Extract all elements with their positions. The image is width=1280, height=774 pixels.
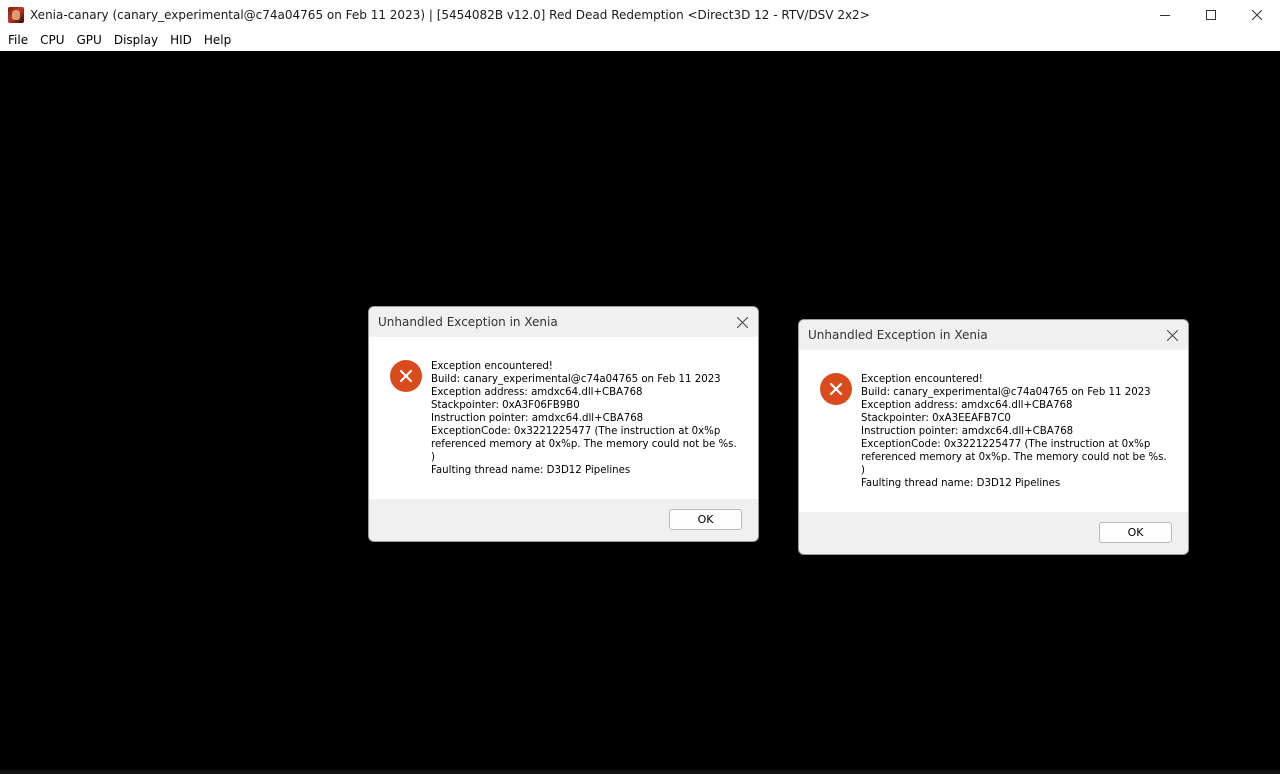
close-icon — [1166, 329, 1178, 341]
dialog-footer: OK — [799, 512, 1188, 554]
dialog-body: Exception encountered! Build: canary_expe… — [369, 337, 758, 499]
ok-button[interactable]: OK — [669, 509, 742, 530]
message-line: referenced memory at 0x%p. The memory co… — [431, 439, 737, 450]
minimize-button[interactable] — [1142, 0, 1188, 30]
error-icon — [390, 360, 422, 392]
dialog-close-button[interactable] — [734, 314, 750, 330]
dialog-title: Unhandled Exception in Xenia — [378, 315, 558, 329]
message-line: Stackpointer: 0xA3EEAFB7C0 — [861, 413, 1011, 424]
message-line: Build: canary_experimental@c74a04765 on … — [431, 374, 721, 385]
menu-bar: File CPU GPU Display HID Help — [0, 30, 1280, 51]
menu-display[interactable]: Display — [108, 30, 164, 51]
message-line: Faulting thread name: D3D12 Pipelines — [431, 465, 631, 476]
window-title: Xenia-canary (canary_experimental@c74a04… — [30, 8, 870, 22]
maximize-button[interactable] — [1188, 0, 1234, 30]
dialog-titlebar[interactable]: Unhandled Exception in Xenia — [369, 307, 758, 337]
message-line: ) — [861, 465, 865, 476]
dialog-title: Unhandled Exception in Xenia — [808, 328, 988, 342]
message-line: ) — [431, 452, 435, 463]
message-line: ExceptionCode: 0x3221225477 (The instruc… — [861, 439, 1151, 450]
error-icon — [820, 373, 852, 405]
ok-button[interactable]: OK — [1099, 522, 1172, 543]
dialog-footer: OK — [369, 499, 758, 541]
message-line: Instruction pointer: amdxc64.dll+CBA768 — [861, 426, 1074, 437]
close-window-button[interactable] — [1234, 0, 1280, 30]
app-icon — [8, 7, 24, 23]
dialog-titlebar[interactable]: Unhandled Exception in Xenia — [799, 320, 1188, 350]
message-line: ExceptionCode: 0x3221225477 (The instruc… — [431, 426, 721, 437]
message-line: referenced memory at 0x%p. The memory co… — [861, 452, 1167, 463]
maximize-icon — [1206, 10, 1216, 20]
message-line: Exception address: amdxc64.dll+CBA768 — [861, 400, 1073, 411]
close-icon — [736, 316, 748, 328]
message-line: Stackpointer: 0xA3F06FB9B0 — [431, 400, 580, 411]
message-line: Build: canary_experimental@c74a04765 on … — [861, 387, 1151, 398]
menu-gpu[interactable]: GPU — [71, 30, 108, 51]
dialog-close-button[interactable] — [1164, 327, 1180, 343]
minimize-icon — [1160, 15, 1170, 16]
menu-hid[interactable]: HID — [164, 30, 198, 51]
message-line: Exception encountered! — [431, 361, 553, 372]
dialog-body: Exception encountered! Build: canary_expe… — [799, 350, 1188, 512]
close-icon — [1252, 10, 1262, 20]
window-bottom-edge — [0, 770, 1280, 774]
message-line: Exception encountered! — [861, 374, 983, 385]
menu-help[interactable]: Help — [198, 30, 237, 51]
menu-cpu[interactable]: CPU — [34, 30, 70, 51]
menu-file[interactable]: File — [2, 30, 34, 51]
exception-message: Exception encountered! Build: canary_expe… — [431, 360, 737, 477]
exception-dialog-2: Unhandled Exception in Xenia Exception e… — [798, 319, 1189, 555]
message-line: Instruction pointer: amdxc64.dll+CBA768 — [431, 413, 644, 424]
message-line: Exception address: amdxc64.dll+CBA768 — [431, 387, 643, 398]
exception-dialog-1: Unhandled Exception in Xenia Exception e… — [368, 306, 759, 542]
window-controls — [1142, 0, 1280, 30]
window-titlebar[interactable]: Xenia-canary (canary_experimental@c74a04… — [0, 0, 1280, 30]
exception-message: Exception encountered! Build: canary_expe… — [861, 373, 1167, 490]
message-line: Faulting thread name: D3D12 Pipelines — [861, 478, 1061, 489]
